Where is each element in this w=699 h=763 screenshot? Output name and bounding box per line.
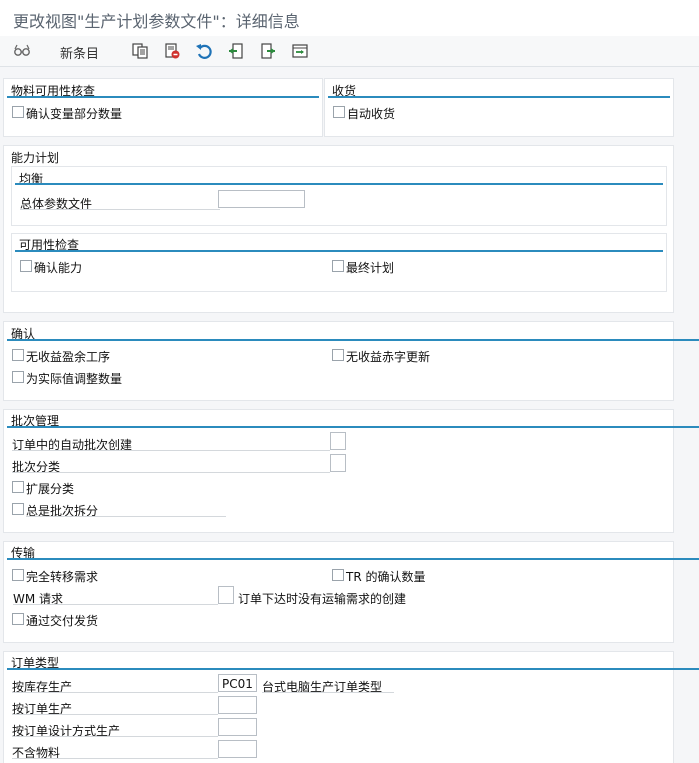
new-entries-button[interactable]: 新条目	[60, 43, 99, 62]
order-type-panel: 订单类型 按库存生产 PC01 台式电脑生产订单类型 按订单生产 按订单设计方式…	[3, 651, 699, 763]
full-transfer-req-checkbox[interactable]	[12, 569, 24, 581]
no-surplus-ops-checkbox[interactable]	[12, 349, 24, 361]
section-line	[7, 558, 699, 560]
confirm-capacity-checkbox[interactable]	[20, 260, 32, 272]
full-transfer-req-label: 完全转移需求	[26, 570, 99, 584]
extended-classification-label: 扩展分类	[26, 482, 75, 496]
via-delivery-checkbox[interactable]	[12, 613, 24, 625]
auto-gr-label: 自动收货	[347, 107, 396, 121]
batch-panel: 批次管理 订单中的自动批次创建 批次分类 扩展分类 总是批次拆分	[3, 409, 699, 533]
toolbar: 新条目	[0, 36, 699, 67]
availability-panel: 可用性检查 确认能力 最终计划	[11, 233, 667, 292]
confirm-changed-qty-checkbox[interactable]	[12, 106, 24, 118]
extended-classification-checkbox[interactable]	[12, 481, 24, 493]
copy-icon[interactable]	[130, 41, 150, 61]
prev-icon[interactable]	[226, 41, 246, 61]
goods-receipt-panel: 收货 自动收货	[324, 78, 674, 137]
section-line	[7, 339, 699, 341]
confirm-capacity-label: 确认能力	[34, 261, 83, 275]
label-underline	[13, 604, 218, 605]
no-transport-req-label: 订单下达时没有运输需求的创建	[238, 592, 407, 606]
capacity-panel: 能力计划 均衡 总体参数文件 可用性检查 确认能力 最终计划	[3, 145, 674, 313]
no-deficit-update-checkbox[interactable]	[332, 349, 344, 361]
label-underline	[26, 516, 226, 517]
make-to-stock-input[interactable]: PC01	[218, 674, 257, 692]
auto-batch-creation-input[interactable]	[330, 432, 346, 450]
auto-gr-checkbox[interactable]	[333, 106, 345, 118]
section-line	[15, 183, 663, 185]
final-schedule-checkbox[interactable]	[332, 260, 344, 272]
next-icon[interactable]	[258, 41, 278, 61]
label-underline	[12, 692, 218, 693]
confirm-changed-qty-label: 确认变量部分数量	[26, 107, 123, 121]
label-underline	[12, 450, 330, 451]
desc-underline	[262, 692, 394, 693]
undo-icon[interactable]	[194, 41, 214, 61]
no-deficit-update-label: 无收益赤字更新	[346, 350, 431, 364]
delete-icon[interactable]	[162, 41, 182, 61]
engineer-to-order-input[interactable]	[218, 718, 257, 736]
always-split-checkbox[interactable]	[12, 503, 24, 515]
label-underline	[20, 209, 220, 210]
overall-profile-input[interactable]	[218, 190, 305, 208]
wm-request-input[interactable]	[218, 586, 234, 604]
adjust-actual-qty-label: 为实际值调整数量	[26, 372, 123, 386]
tr-confirmed-qty-label: TR 的确认数量	[346, 570, 426, 584]
no-surplus-ops-label: 无收益盈余工序	[26, 350, 111, 364]
page-title: 更改视图"生产计划参数文件"：详细信息	[13, 12, 300, 31]
section-line	[328, 96, 670, 98]
capacity-title: 能力计划	[11, 151, 60, 165]
final-schedule-label: 最终计划	[346, 261, 395, 275]
leveling-panel: 均衡 总体参数文件	[11, 166, 667, 226]
section-line	[7, 668, 699, 670]
glasses-icon[interactable]	[12, 41, 32, 61]
label-underline	[12, 736, 218, 737]
confirmation-panel: 确认 无收益盈余工序 无收益赤字更新 为实际值调整数量	[3, 321, 699, 401]
adjust-actual-qty-checkbox[interactable]	[12, 371, 24, 383]
tr-confirmed-qty-checkbox[interactable]	[332, 569, 344, 581]
make-to-order-input[interactable]	[218, 696, 257, 714]
transfer-panel: 传输 完全转移需求 TR 的确认数量 WM 请求 订单下达时没有运输需求的创建 …	[3, 541, 699, 643]
section-line	[15, 250, 663, 252]
label-underline	[12, 714, 218, 715]
title-bar: 更改视图"生产计划参数文件"：详细信息	[0, 0, 699, 37]
section-line	[7, 96, 319, 98]
label-underline	[12, 758, 218, 759]
without-material-input[interactable]	[218, 740, 257, 758]
export-icon[interactable]	[290, 41, 310, 61]
via-delivery-label: 通过交付发货	[26, 614, 99, 628]
material-check-panel: 物料可用性核查 确认变量部分数量	[3, 78, 323, 137]
label-underline	[12, 472, 330, 473]
section-line	[7, 426, 699, 428]
batch-classification-input[interactable]	[330, 454, 346, 472]
